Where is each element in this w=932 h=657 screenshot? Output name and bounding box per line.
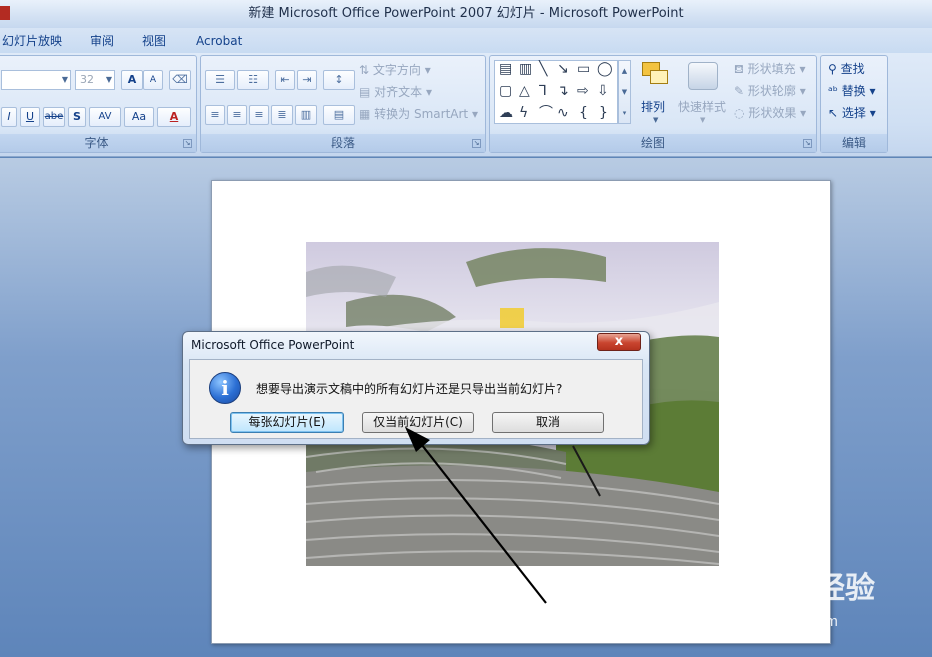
watermark-brand: Bai du 经验: [715, 572, 876, 605]
annotation-arrow: [405, 427, 601, 604]
watermark-site: jingyan.baidu.com: [717, 613, 838, 630]
baidu-watermark: Bai du 经验 jingyan.baidu.com: [715, 563, 885, 633]
